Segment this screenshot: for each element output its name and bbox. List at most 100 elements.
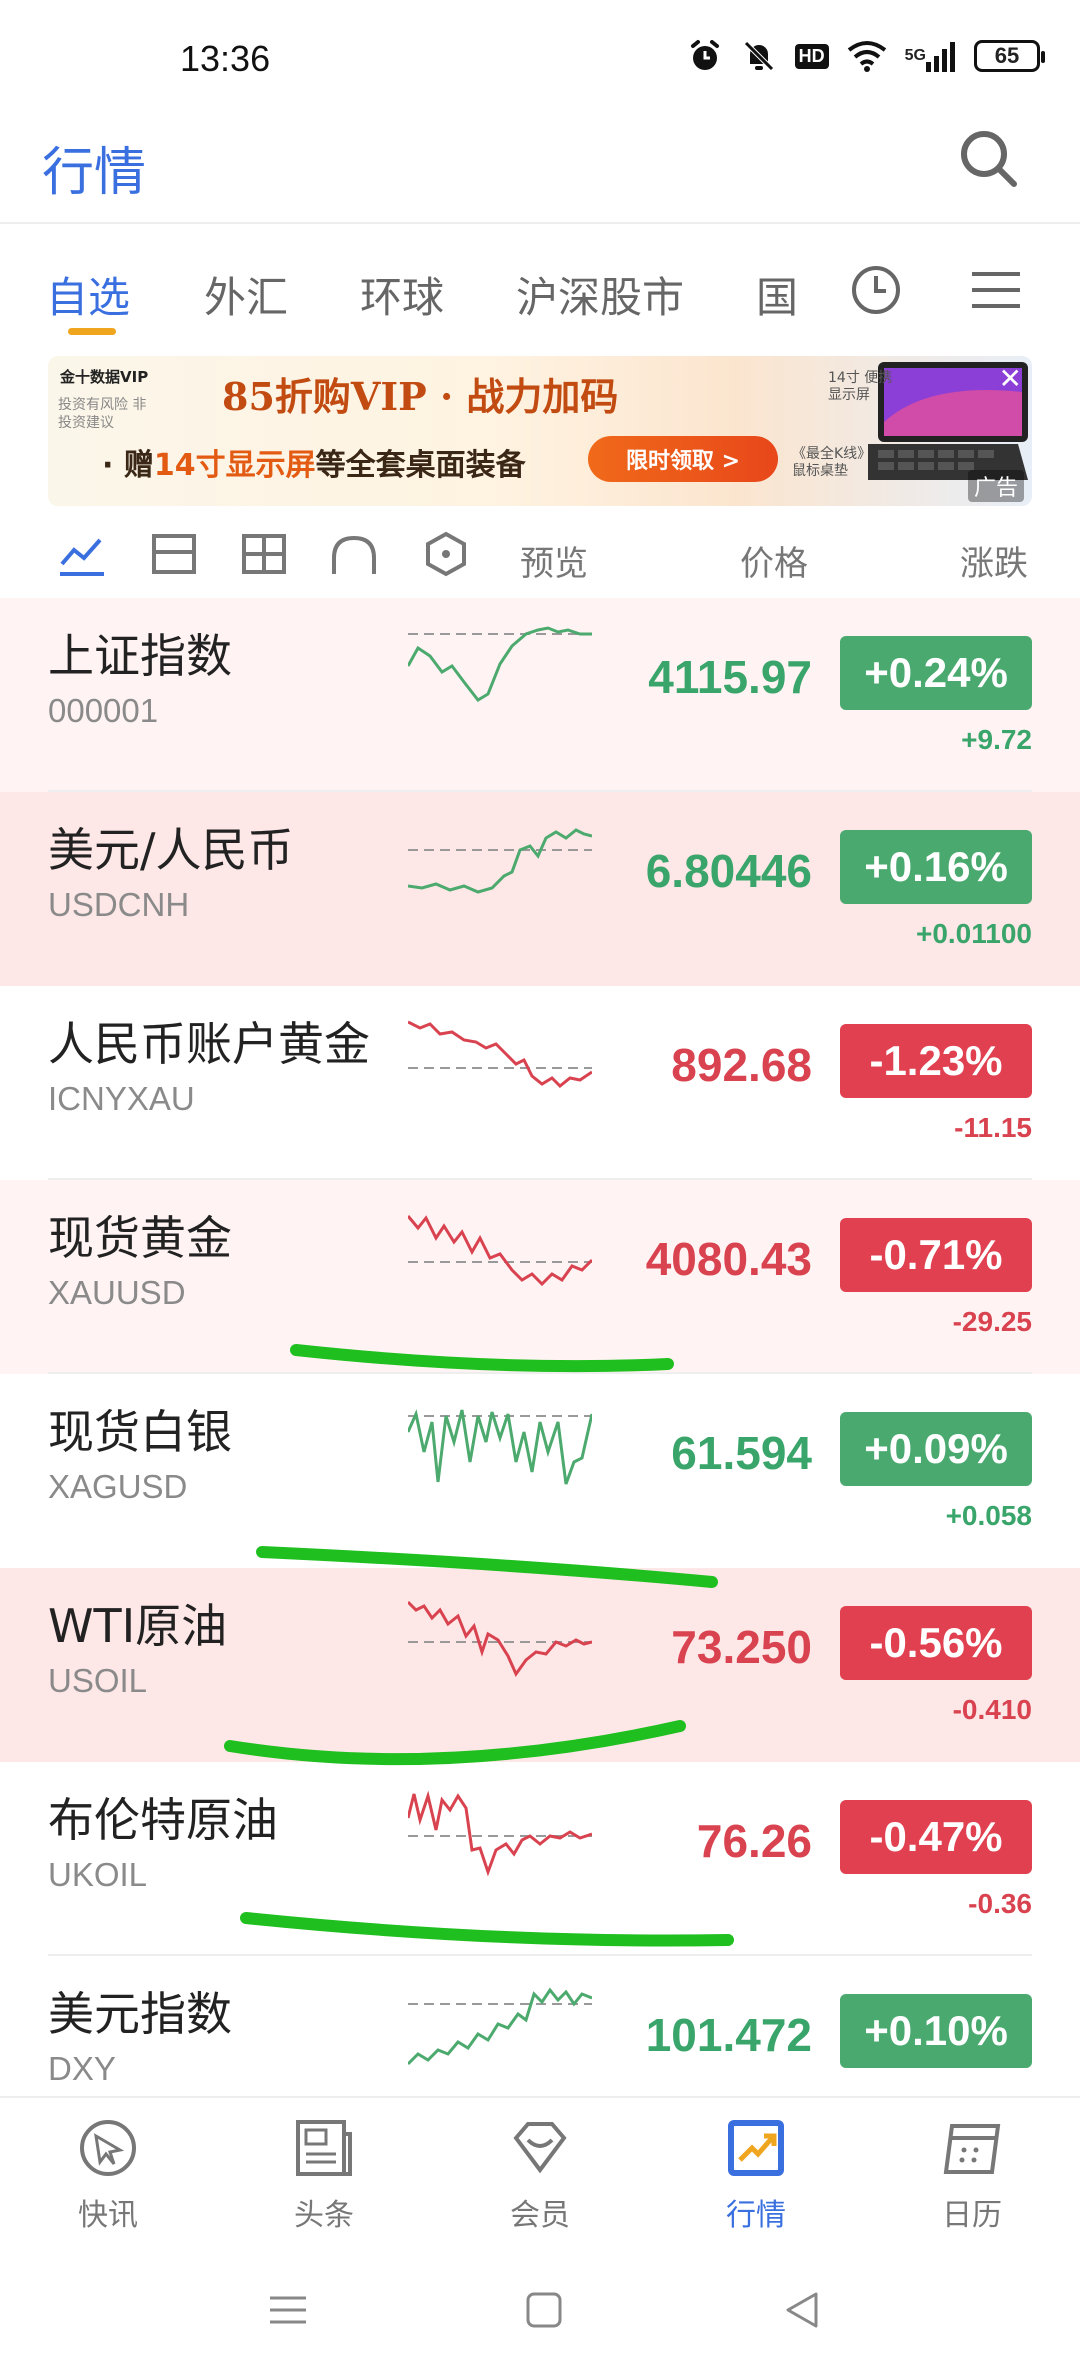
banner-headline: 85折购VIP · 战力加码 (222, 374, 619, 419)
grid-view-icon[interactable] (240, 530, 288, 578)
status-time: 13:36 (180, 38, 271, 79)
quote-percent-badge[interactable]: -1.23% (840, 1024, 1032, 1098)
sparkline-chart (408, 1987, 592, 2066)
quote-code: 000001 (48, 692, 159, 729)
quote-name: 人民币账户黄金 (48, 1017, 370, 1071)
tab-ashares[interactable]: 沪深股市 (516, 264, 684, 325)
quote-price: 4115.97 (648, 651, 812, 703)
home-icon[interactable] (522, 2288, 566, 2332)
tab-forex[interactable]: 外汇 (204, 264, 288, 325)
nav-vip[interactable]: 会员 (470, 2116, 610, 2236)
preview-column-header: 预览 (520, 544, 588, 584)
sparkline-chart (408, 828, 592, 894)
tab-domestic[interactable]: 国 (756, 264, 798, 325)
back-icon[interactable] (780, 2288, 824, 2332)
nav-headlines[interactable]: 头条 (254, 2116, 394, 2236)
tab-watchlist[interactable]: 自选 (46, 264, 130, 325)
quote-percent-badge[interactable]: +0.16% (840, 830, 1032, 904)
quote-code: USDCNH (48, 886, 190, 923)
quote-change: -11.15 (954, 1112, 1032, 1143)
sparkline-chart (408, 1600, 592, 1678)
headlines-icon (296, 2120, 352, 2176)
quote-row[interactable]: 布伦特原油 UKOIL 76.26 -0.47% -0.36 (0, 1762, 1080, 1956)
status-bar: 13:36 HD 5G 65 (0, 0, 1080, 110)
close-icon[interactable]: ✕ (999, 362, 1022, 395)
app-header: 行情 (0, 110, 1080, 224)
nav-market[interactable]: 行情 (686, 2116, 826, 2236)
view-toolbar: 预览 价格 涨跌 (0, 520, 1080, 596)
quote-percent-badge[interactable]: -0.71% (840, 1218, 1032, 1292)
quote-row[interactable]: 美元指数 DXY 101.472 +0.10% (0, 1956, 1080, 2096)
hexagon-view-icon[interactable] (422, 530, 470, 578)
quote-row[interactable]: 美元/人民币 USDCNH 6.80446 +0.16% +0.01100 (0, 792, 1080, 986)
menu-button[interactable] (970, 264, 1022, 316)
nav-calendar[interactable]: 日历 (902, 2116, 1042, 2236)
quote-price: 892.68 (671, 1039, 812, 1091)
list-view-icon[interactable] (150, 530, 198, 578)
line-chart-view-icon[interactable] (58, 530, 106, 578)
clock-icon (852, 266, 900, 314)
quote-price: 61.594 (671, 1427, 812, 1479)
battery-icon: 65 (974, 36, 1045, 76)
system-navigation-bar (0, 2248, 1080, 2376)
quote-row[interactable]: 上证指数 000001 4115.97 +0.24% +9.72 (0, 598, 1080, 792)
calendar-icon (943, 2124, 1001, 2174)
quote-code: DXY (48, 2050, 116, 2087)
quote-price: 101.472 (645, 2009, 812, 2061)
banner-mousepad-tag: 《最全K线》 鼠标桌垫 (792, 446, 872, 479)
quote-row[interactable]: 现货黄金 XAUUSD 4080.43 -0.71% -29.25 (0, 1180, 1080, 1374)
curve-view-icon[interactable] (330, 530, 378, 578)
sparkline-chart (408, 1215, 592, 1287)
price-column-header: 价格 (740, 544, 808, 584)
quote-list: 上证指数 000001 4115.97 +0.24% +9.72 美元/人民币 … (0, 598, 1080, 2096)
quote-name: 美元/人民币 (48, 823, 294, 877)
quote-percent-badge[interactable]: +0.09% (840, 1412, 1032, 1486)
mute-bell-icon (741, 36, 777, 76)
quote-change: -29.25 (952, 1306, 1032, 1337)
banner-monitor-tag: 14寸 便携显示屏 (828, 370, 893, 403)
page-title: 行情 (42, 143, 147, 203)
flash-news-icon (80, 2120, 136, 2176)
quote-price: 76.26 (696, 1815, 812, 1867)
change-column-header[interactable]: 涨跌 (960, 536, 1028, 585)
hd-icon: HD (794, 36, 829, 76)
tab-active-indicator (68, 328, 116, 335)
search-button[interactable] (956, 126, 1022, 192)
quote-change: +0.01100 (915, 918, 1032, 949)
sparkline-chart (408, 626, 592, 702)
history-button[interactable] (850, 264, 902, 316)
quote-row[interactable]: WTI原油 USOIL 73.250 -0.56% -0.410 (0, 1568, 1080, 1762)
quote-change: -0.36 (968, 1888, 1032, 1919)
market-chart-icon (728, 2120, 784, 2176)
quote-price: 6.80446 (645, 845, 812, 897)
banner-offer: · 赠14寸显示屏等全套桌面装备 (102, 448, 526, 483)
quote-change: -0.410 (952, 1694, 1032, 1725)
banner-cta-button[interactable]: 限时领取 > (588, 436, 778, 482)
recent-apps-icon[interactable] (266, 2288, 310, 2332)
quote-name: WTI原油 (48, 1599, 228, 1653)
quote-row[interactable]: 人民币账户黄金 ICNYXAU 892.68 -1.23% -11.15 (0, 986, 1080, 1180)
sparkline-chart (408, 1790, 592, 1877)
quote-percent-badge[interactable]: -0.56% (840, 1606, 1032, 1680)
quote-name: 布伦特原油 (48, 1793, 278, 1847)
banner-disclaimer: 投资有风险 非投资建议 (58, 397, 147, 431)
quote-percent-badge[interactable]: +0.10% (840, 1994, 1032, 2068)
quote-row[interactable]: 现货白银 XAGUSD 61.594 +0.09% +0.058 (0, 1374, 1080, 1568)
quote-name: 现货黄金 (48, 1211, 232, 1265)
quote-code: UKOIL (48, 1856, 148, 1893)
vip-promo-banner[interactable]: 金十数据VIP 投资有风险 非投资建议 85折购VIP · 战力加码 · 赠14… (48, 356, 1032, 506)
quote-name: 美元指数 (48, 1987, 232, 2041)
quote-code: XAGUSD (48, 1468, 188, 1505)
quote-percent-badge[interactable]: -0.47% (840, 1800, 1032, 1874)
bottom-navigation: 快讯 头条 会员 行情 日历 (0, 2096, 1080, 2246)
hamburger-menu-icon (972, 272, 1020, 308)
signal-icon: 5G (905, 36, 956, 76)
wifi-icon (847, 36, 887, 76)
quote-code: XAUUSD (48, 1274, 186, 1311)
status-icons: HD 5G 65 (687, 36, 1045, 76)
alarm-icon (687, 36, 723, 76)
quote-code: ICNYXAU (48, 1080, 195, 1117)
nav-flash-news[interactable]: 快讯 (38, 2116, 178, 2236)
quote-percent-badge[interactable]: +0.24% (840, 636, 1032, 710)
tab-global[interactable]: 环球 (360, 264, 444, 325)
